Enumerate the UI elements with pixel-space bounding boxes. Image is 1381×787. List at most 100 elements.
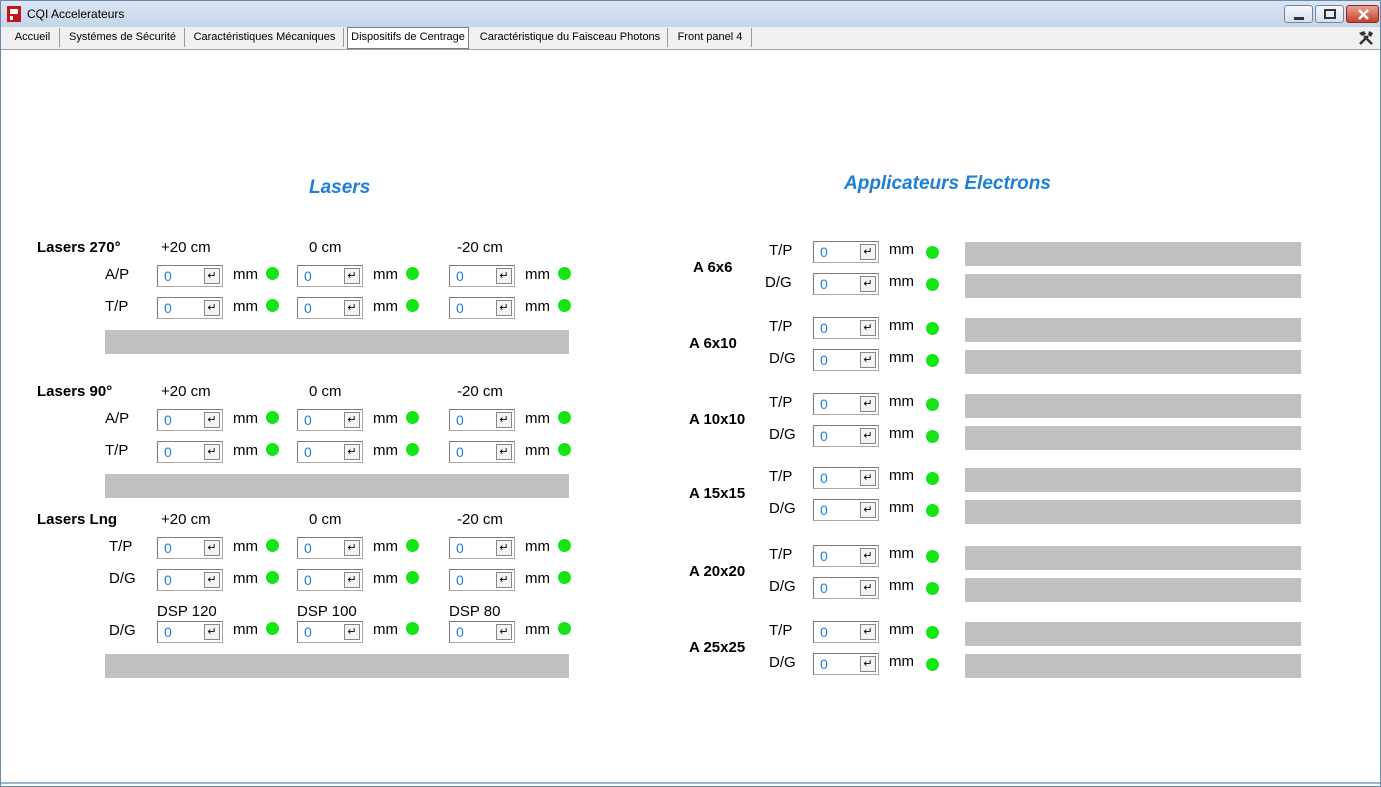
laser-offset-input[interactable]: 0 ↵ <box>449 441 515 463</box>
enter-icon[interactable]: ↵ <box>860 244 876 260</box>
laser-offset-input[interactable]: 0 ↵ <box>449 297 515 319</box>
tab-caracteristiques-mecaniques[interactable]: Caractéristiques Mécaniques <box>186 28 344 47</box>
enter-icon[interactable]: ↵ <box>496 300 512 316</box>
title-bar[interactable]: CQI Accelerateurs <box>1 1 1380 28</box>
numeric-value[interactable]: 0 <box>820 396 828 412</box>
enter-icon[interactable]: ↵ <box>344 268 360 284</box>
enter-icon[interactable]: ↵ <box>860 548 876 564</box>
applicator-offset-input[interactable]: 0 ↵ <box>813 577 879 599</box>
laser-offset-input[interactable]: 0 ↵ <box>157 297 223 319</box>
numeric-value[interactable]: 0 <box>304 572 312 588</box>
enter-icon[interactable]: ↵ <box>860 624 876 640</box>
dsp-offset-input[interactable]: 0 ↵ <box>157 621 223 643</box>
laser-offset-input[interactable]: 0 ↵ <box>449 569 515 591</box>
enter-icon[interactable]: ↵ <box>860 656 876 672</box>
enter-icon[interactable]: ↵ <box>344 572 360 588</box>
numeric-value[interactable]: 0 <box>304 444 312 460</box>
enter-icon[interactable]: ↵ <box>344 300 360 316</box>
laser-offset-input[interactable]: 0 ↵ <box>449 537 515 559</box>
close-button[interactable] <box>1346 5 1379 23</box>
numeric-value[interactable]: 0 <box>820 580 828 596</box>
numeric-value[interactable]: 0 <box>304 268 312 284</box>
enter-icon[interactable]: ↵ <box>496 444 512 460</box>
enter-icon[interactable]: ↵ <box>860 580 876 596</box>
laser-offset-input[interactable]: 0 ↵ <box>297 265 363 287</box>
laser-offset-input[interactable]: 0 ↵ <box>449 409 515 431</box>
enter-icon[interactable]: ↵ <box>496 540 512 556</box>
laser-offset-input[interactable]: 0 ↵ <box>157 265 223 287</box>
enter-icon[interactable]: ↵ <box>496 412 512 428</box>
numeric-value[interactable]: 0 <box>456 300 464 316</box>
numeric-value[interactable]: 0 <box>820 320 828 336</box>
tab-dispositifs-centrage[interactable]: Dispositifs de Centrage <box>347 27 469 49</box>
laser-offset-input[interactable]: 0 ↵ <box>449 265 515 287</box>
laser-offset-input[interactable]: 0 ↵ <box>157 409 223 431</box>
numeric-value[interactable]: 0 <box>456 268 464 284</box>
numeric-value[interactable]: 0 <box>456 412 464 428</box>
numeric-value[interactable]: 0 <box>304 412 312 428</box>
applicator-offset-input[interactable]: 0 ↵ <box>813 273 879 295</box>
dsp-offset-input[interactable]: 0 ↵ <box>297 621 363 643</box>
applicator-offset-input[interactable]: 0 ↵ <box>813 241 879 263</box>
enter-icon[interactable]: ↵ <box>204 300 220 316</box>
dsp-offset-input[interactable]: 0 ↵ <box>449 621 515 643</box>
laser-offset-input[interactable]: 0 ↵ <box>157 441 223 463</box>
enter-icon[interactable]: ↵ <box>860 276 876 292</box>
enter-icon[interactable]: ↵ <box>860 470 876 486</box>
applicator-offset-input[interactable]: 0 ↵ <box>813 499 879 521</box>
tab-accueil[interactable]: Accueil <box>6 28 60 47</box>
tab-systemes-securite[interactable]: Systémes de Sécurité <box>61 28 185 47</box>
laser-offset-input[interactable]: 0 ↵ <box>297 297 363 319</box>
laser-offset-input[interactable]: 0 ↵ <box>157 537 223 559</box>
enter-icon[interactable]: ↵ <box>860 320 876 336</box>
enter-icon[interactable]: ↵ <box>860 502 876 518</box>
tab-caracteristique-faisceau-photons[interactable]: Caractéristique du Faisceau Photons <box>473 28 668 47</box>
numeric-value[interactable]: 0 <box>456 624 464 640</box>
numeric-value[interactable]: 0 <box>820 656 828 672</box>
enter-icon[interactable]: ↵ <box>344 540 360 556</box>
numeric-value[interactable]: 0 <box>304 624 312 640</box>
applicator-offset-input[interactable]: 0 ↵ <box>813 653 879 675</box>
enter-icon[interactable]: ↵ <box>204 268 220 284</box>
numeric-value[interactable]: 0 <box>304 300 312 316</box>
numeric-value[interactable]: 0 <box>456 572 464 588</box>
tools-icon[interactable] <box>1357 29 1375 47</box>
minimize-button[interactable] <box>1284 5 1313 23</box>
enter-icon[interactable]: ↵ <box>344 444 360 460</box>
numeric-value[interactable]: 0 <box>164 268 172 284</box>
applicator-offset-input[interactable]: 0 ↵ <box>813 545 879 567</box>
enter-icon[interactable]: ↵ <box>496 268 512 284</box>
tab-front-panel-4[interactable]: Front panel 4 <box>669 28 752 47</box>
enter-icon[interactable]: ↵ <box>496 624 512 640</box>
laser-offset-input[interactable]: 0 ↵ <box>297 569 363 591</box>
numeric-value[interactable]: 0 <box>164 300 172 316</box>
laser-offset-input[interactable]: 0 ↵ <box>297 409 363 431</box>
enter-icon[interactable]: ↵ <box>860 352 876 368</box>
applicator-offset-input[interactable]: 0 ↵ <box>813 425 879 447</box>
numeric-value[interactable]: 0 <box>820 352 828 368</box>
numeric-value[interactable]: 0 <box>820 470 828 486</box>
enter-icon[interactable]: ↵ <box>496 572 512 588</box>
laser-offset-input[interactable]: 0 ↵ <box>297 537 363 559</box>
enter-icon[interactable]: ↵ <box>204 540 220 556</box>
maximize-button[interactable] <box>1315 5 1344 23</box>
enter-icon[interactable]: ↵ <box>860 428 876 444</box>
numeric-value[interactable]: 0 <box>820 624 828 640</box>
numeric-value[interactable]: 0 <box>820 428 828 444</box>
numeric-value[interactable]: 0 <box>304 540 312 556</box>
numeric-value[interactable]: 0 <box>820 244 828 260</box>
applicator-offset-input[interactable]: 0 ↵ <box>813 349 879 371</box>
enter-icon[interactable]: ↵ <box>860 396 876 412</box>
enter-icon[interactable]: ↵ <box>204 572 220 588</box>
numeric-value[interactable]: 0 <box>164 624 172 640</box>
applicator-offset-input[interactable]: 0 ↵ <box>813 317 879 339</box>
enter-icon[interactable]: ↵ <box>344 412 360 428</box>
numeric-value[interactable]: 0 <box>164 572 172 588</box>
numeric-value[interactable]: 0 <box>164 444 172 460</box>
applicator-offset-input[interactable]: 0 ↵ <box>813 621 879 643</box>
enter-icon[interactable]: ↵ <box>344 624 360 640</box>
numeric-value[interactable]: 0 <box>164 540 172 556</box>
numeric-value[interactable]: 0 <box>456 540 464 556</box>
enter-icon[interactable]: ↵ <box>204 444 220 460</box>
enter-icon[interactable]: ↵ <box>204 412 220 428</box>
